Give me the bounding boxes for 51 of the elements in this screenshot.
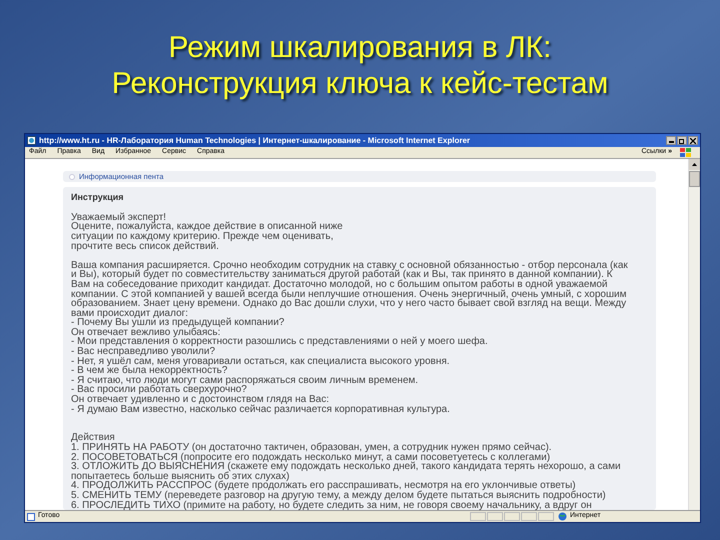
globe-icon — [558, 512, 567, 521]
scroll-up-icon — [689, 159, 700, 170]
case-text-line: Ваша компания расширяется. Срочно необходим сотрудник на ставку с основной обязанностью - отбор персонала (как — [71, 260, 629, 270]
case-text-line: - Нет, я ушёл сам, меня уговаривали остаться, как специалиста высокого уровня. — [71, 356, 451, 366]
page-icon — [27, 136, 36, 145]
slide-title: Режим шкалирования в ЛК: — [168, 30, 552, 66]
action-item-line: 4. ПРОДОЛЖИТЬ РАССПРОС (будете продолжать его расспрашивать, несмотря на его уклончивые ответы) — [71, 481, 576, 491]
status-pane — [470, 512, 486, 521]
close-icon — [690, 138, 696, 144]
action-item-line: 5. СМЕНИТЬ ТЕМУ (переведете разговор на другую тему, а между делом будете пытаться выяснить подробности) — [71, 490, 607, 501]
case-text-line: - В чем же была некорректность? — [71, 366, 228, 376]
windows-logo-icon — [680, 148, 692, 158]
restore-button[interactable] — [677, 136, 687, 145]
case-text-line: - Вас просили работать сверхурочно? — [71, 385, 247, 396]
status-pane — [538, 512, 554, 521]
page-icon — [27, 512, 35, 520]
action-item-line: 2. ПОСОВЕТОВАТЬСЯ (попросите его подождать несколько минут, а сами посоветуетесь с коллегами) — [71, 452, 550, 462]
bullet-icon — [69, 174, 75, 180]
status-pane — [487, 512, 503, 521]
case-text-line: Он отвечает вежливо улыбаясь: — [71, 328, 220, 338]
case-text-line: - Мои представления о корректности разошлись с представлениями о ней у моего шефа. — [71, 337, 489, 348]
case-text-line: - Я считаю, что люди могут сами распоряжаться своим личным временем. — [71, 376, 420, 386]
action-item-line: 6. ПРОСЛЕДИТЬ ТИХО (примите на работу, но будете следить за ним, не говоря своему начальнику, а вдруг он — [71, 500, 592, 510]
actions-heading: Действия — [71, 433, 115, 443]
minimize-icon — [668, 141, 674, 143]
case-text-line: - Я думаю Вам известно, насколько сейчас различается корпоративная культура. — [71, 404, 451, 414]
action-item-line: 1. ПРИНЯТЬ НА РАБОТУ (он достаточно тактичен, образован, умен, а сотрудник нужен прямо сейчас). — [71, 443, 553, 453]
case-text-line: - Вас несправедливо уволили? — [71, 347, 216, 357]
slide-title: Реконструкция ключа к кейс-тестам — [112, 66, 608, 102]
greeting-line: прочтите весь список действий. — [71, 242, 219, 252]
case-text-line: Вам на собеседование приходит кандидат. Достаточно молодой, но с большим опытом работы в одной уважаемой — [71, 280, 609, 290]
greeting-line: ситуации по каждому критерию. Прежде чем оценивать, — [71, 232, 334, 242]
status-pane — [504, 512, 520, 521]
close-button[interactable] — [688, 136, 698, 145]
restore-icon — [679, 138, 685, 144]
greeting-line: Уважаемый эксперт! — [71, 212, 166, 222]
case-text-line: компании. С этой компанией у вашей всегда были неплучшие отношения. Очень энергичный, очень умный, с хорошим — [71, 290, 628, 300]
action-item-line: 3. ОТЛОЖИТЬ ДО ВЫЯСНЕНИЯ (скажете ему подождать несколько дней, такого кандидата терять нехорошо, а сами — [71, 462, 622, 472]
case-text-line: Он отвечает удивленно и с достоинством глядя на Вас: — [71, 395, 330, 405]
case-text-line: вами происходит диалог: — [71, 308, 188, 318]
scroll-thumb[interactable] — [689, 171, 700, 187]
case-text-line: образованием. Знает цену времени. Однако до Вас дошли слухи, что у него часто бывает свой взгляд на вещи. Между — [71, 299, 628, 309]
minimize-button[interactable] — [666, 136, 676, 145]
case-text-line: - Почему Вы ушли из предыдущей компании? — [71, 318, 286, 328]
action-item-line: попытаетесь больше выяснить об этих слухах) — [71, 472, 290, 482]
status-pane — [521, 512, 537, 521]
window-title: http://www.ht.ru - HR-Лаборатория Human Technologies | Интернет-шкалирование - Microsoft Internet Explorer — [39, 134, 472, 146]
instruction-heading: Инструкция — [71, 191, 125, 204]
case-text-line: и Вы), который будет по совместительству заниматься другой работай (как и Вы, так принято в данной компании). К — [71, 270, 612, 280]
greeting-line: Оцените, пожалуйста, каждое действие в описанной ниже — [71, 222, 344, 232]
scrollbar[interactable] — [688, 159, 700, 510]
